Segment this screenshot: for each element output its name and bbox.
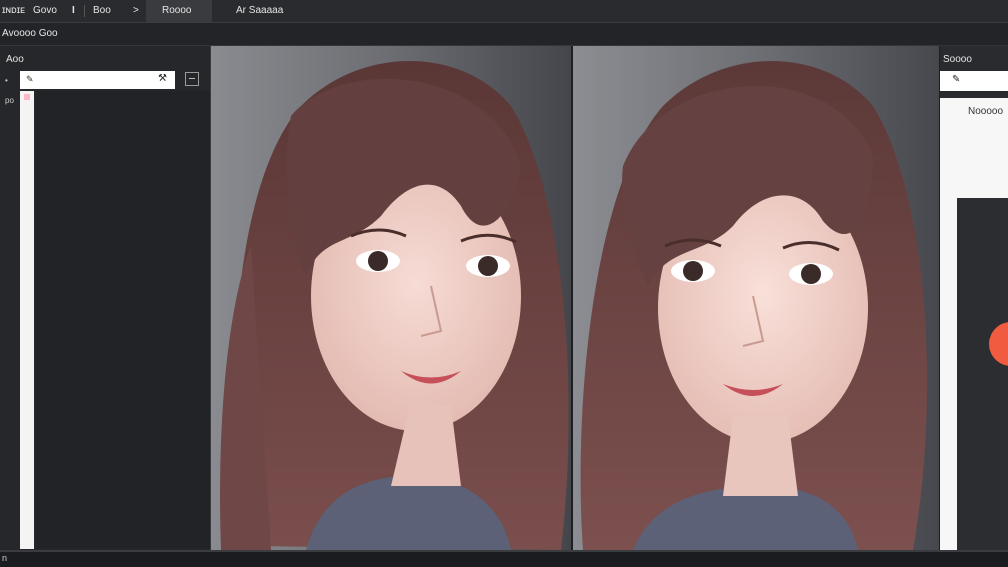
- image-canvas-before[interactable]: [211, 46, 571, 550]
- layer-strip[interactable]: [20, 91, 34, 549]
- menu-item-edit[interactable]: Gᴏᴠᴏ: [33, 0, 57, 22]
- right-panel: Sᴏᴏᴏᴏ ✎ Nᴏᴏᴏᴏᴏ: [940, 46, 1008, 550]
- layers-area: [36, 91, 210, 549]
- pen-icon: ✎: [952, 74, 961, 85]
- portrait-before-image: [211, 46, 571, 550]
- row-icon[interactable]: po: [5, 96, 14, 105]
- tab-ai-session[interactable]: Ar Saaaaa: [236, 0, 283, 22]
- right-panel-label: Sᴏᴏᴏᴏ: [943, 54, 972, 65]
- left-panel-label: Aᴏᴏ: [6, 54, 24, 65]
- preview-area: [957, 198, 1008, 550]
- settings-heading: Nᴏᴏᴏᴏᴏ: [968, 106, 1004, 117]
- menu-item-file[interactable]: ɪɴᴅɪᴇ: [2, 0, 25, 22]
- edit-input[interactable]: ✎: [940, 71, 1008, 91]
- status-text: n: [2, 553, 8, 563]
- menu-bar: ɪɴᴅɪᴇ Gᴏᴠᴏ I Bᴏᴏ > Rᴏᴏᴏᴏ Ar Saaaaa: [0, 0, 1008, 23]
- chevron-right-icon[interactable]: >: [133, 0, 139, 22]
- panel-title: Aᴠᴏᴏᴏᴏ Gᴏᴏ: [2, 28, 58, 39]
- sub-header: Aᴠᴏᴏᴏᴏ Gᴏᴏ: [0, 23, 1008, 46]
- wrench-icon[interactable]: ⚒: [158, 73, 167, 84]
- left-panel: Aᴏᴏ • po ✎ ⚒: [0, 46, 211, 550]
- menu-item-cursor[interactable]: I: [72, 0, 75, 22]
- settings-box: Nᴏᴏᴏᴏᴏ: [940, 98, 1008, 550]
- portrait-after-image: [573, 46, 939, 550]
- prompt-input[interactable]: ✎ ⚒: [20, 71, 175, 89]
- bullet-icon[interactable]: •: [5, 76, 8, 85]
- menu-item-view[interactable]: Bᴏᴏ: [93, 0, 111, 22]
- image-canvas-after[interactable]: [573, 46, 939, 550]
- collapse-button[interactable]: [185, 72, 199, 86]
- status-bar: n: [0, 550, 1008, 567]
- layer-color-swatch[interactable]: [24, 94, 30, 100]
- pen-icon: ✎: [26, 74, 34, 84]
- tab-retouch[interactable]: Rᴏᴏᴏᴏ: [162, 0, 191, 22]
- menu-divider: [84, 5, 85, 17]
